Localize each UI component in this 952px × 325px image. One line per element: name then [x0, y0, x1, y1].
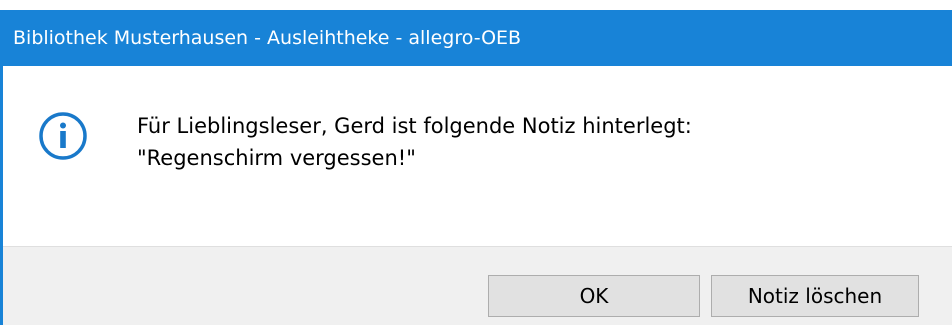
- dialog-content: Für Lieblingsleser, Gerd ist folgende No…: [3, 66, 952, 246]
- window-title: Bibliothek Musterhausen - Ausleihtheke -…: [13, 27, 522, 49]
- info-icon: [39, 112, 87, 160]
- title-bar[interactable]: Bibliothek Musterhausen - Ausleihtheke -…: [0, 10, 952, 66]
- ok-button[interactable]: OK: [488, 275, 700, 317]
- dialog-window: Bibliothek Musterhausen - Ausleihtheke -…: [0, 0, 952, 325]
- button-bar: OK Notiz löschen: [3, 247, 952, 325]
- message-line-2: "Regenschirm vergessen!": [137, 146, 416, 170]
- message-text: Für Lieblingsleser, Gerd ist folgende No…: [137, 110, 692, 174]
- message-line-1: Für Lieblingsleser, Gerd ist folgende No…: [137, 114, 692, 138]
- delete-note-button[interactable]: Notiz löschen: [711, 275, 919, 317]
